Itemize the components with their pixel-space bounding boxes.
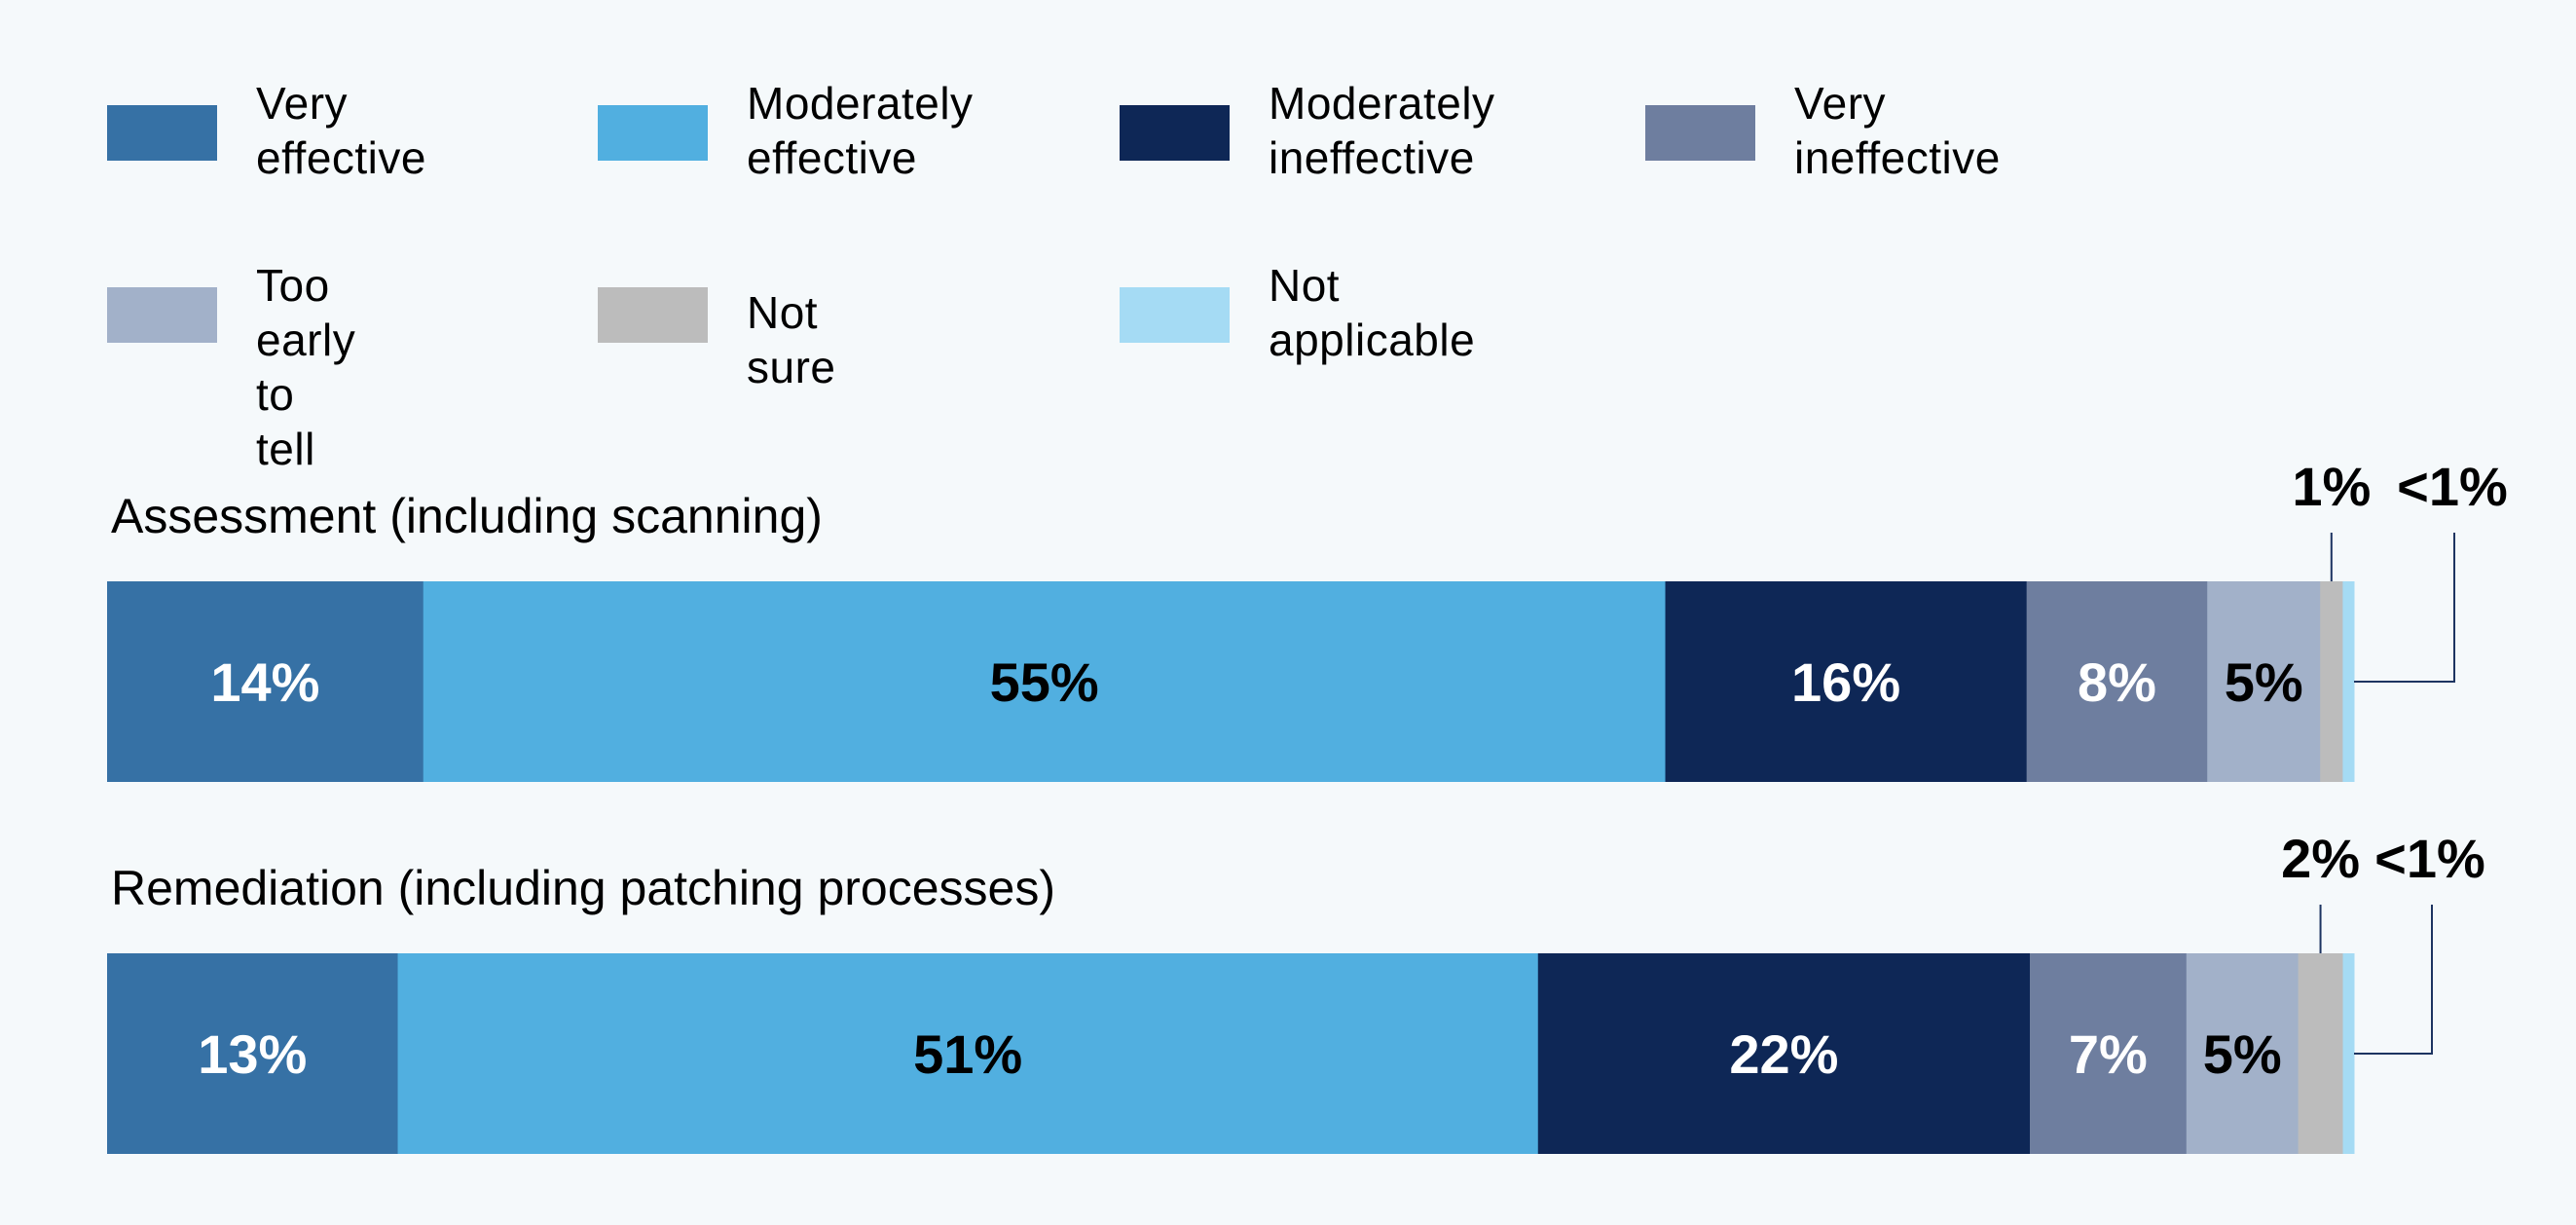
data-label: 2% [2281,828,2360,889]
data-label: 55% [990,651,1099,713]
bar-segment-not-sure [2298,953,2344,1154]
data-label: 7% [2069,1023,2148,1085]
bar-remediation-including-patching-processes: 13% 51% 22% 7% 5% 2% <1% [107,828,2485,1154]
bar-segment-not-applicable [2342,581,2355,782]
data-label: 5% [2225,651,2303,713]
data-label: 8% [2078,651,2156,713]
data-label: 5% [2203,1023,2282,1085]
bar-segment-not-applicable [2342,953,2355,1154]
data-label: 16% [1791,651,1900,713]
data-label: <1% [2397,456,2508,517]
data-label: 13% [198,1023,307,1085]
stacked-bar-chart: 14% 55% 16% 8% 5%1% <1%13% 51% 22% 7% 5%2% <1% [107,456,2508,1154]
bar-assessment-including-scanning: 14% 55% 16% 8% 5% 1% <1% [107,456,2508,782]
data-label: 1% [2292,456,2371,517]
leader-line [2354,905,2433,1055]
data-label: 14% [210,651,319,713]
data-label: 51% [913,1023,1022,1085]
bar-segment-not-sure [2320,581,2343,782]
data-label: <1% [2374,828,2485,889]
data-label: 22% [1729,1023,1838,1085]
leader-line [2354,533,2455,683]
